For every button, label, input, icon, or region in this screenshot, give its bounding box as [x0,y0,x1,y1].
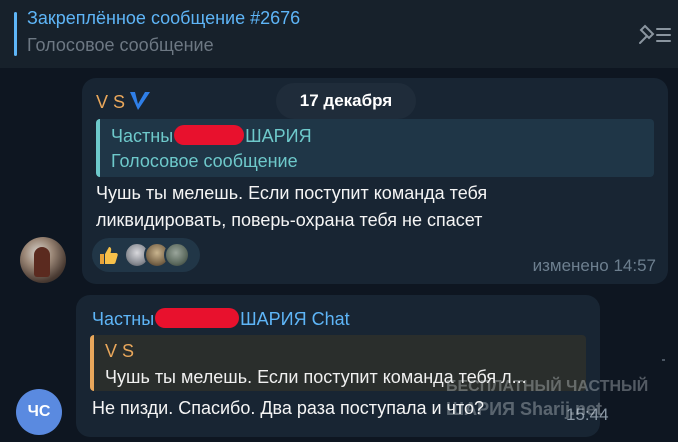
pinned-message-bar[interactable]: Закреплённое сообщение #2676 Голосовое с… [0,0,678,68]
reply-author-suffix: ШАРИЯ [245,126,312,146]
pinned-subtitle: Голосовое сообщение [27,35,214,55]
message-text: Не пизди. Спасибо. Два раза поступала и … [92,398,484,418]
message-line: ликвидировать, поверь-охрана тебя не спа… [96,210,483,230]
reply-author: V S [105,341,135,361]
watermark-line: БЕСПЛАТНЫЙ ЧАСТНЫЙ [446,378,649,395]
thumbs-up-icon[interactable] [98,244,120,266]
watermark: БЕСПЛАТНЫЙ ЧАСТНЫЙ ШАРИЯ Sharij.net [446,376,666,420]
redaction-mark [174,125,245,145]
sender-suffix: ШАРИЯ Chat [240,309,350,329]
message-time: изменено 14:57 [532,256,656,275]
message-text: Чушь ты мелешь. Если поступит команда те… [96,180,487,234]
date-separator: 17 декабря [276,83,416,119]
redaction-mark [155,308,240,328]
sender-prefix: Частны [92,309,155,329]
checkmark-icon [130,92,150,110]
reactor-avatar [164,242,190,268]
watermark-line: ШАРИЯ Sharij.net [446,399,602,419]
avatar[interactable] [20,237,66,283]
reply-author-prefix: Частны [111,126,174,146]
avatar-figure [34,247,50,277]
reply-bar [96,119,100,177]
pinned-indicator [14,12,17,56]
reactions[interactable] [92,238,200,272]
avatar[interactable]: ЧС [16,389,62,435]
reply-text: Голосовое сообщение [111,151,298,171]
reply-author: Частны ШАРИЯ [111,125,312,147]
pin-list-icon[interactable] [636,21,672,47]
reply-quote[interactable]: Частны ШАРИЯ Голосовое сообщение [96,119,654,177]
pinned-title: Закреплённое сообщение #2676 [27,8,301,28]
reply-bar [90,335,94,391]
message-line: Чушь ты мелешь. Если поступит команда те… [96,183,488,203]
sender-name[interactable]: Частны ШАРИЯ Chat [92,308,350,330]
scrollbar[interactable] [662,359,665,361]
sender-name[interactable]: V S [96,92,125,113]
